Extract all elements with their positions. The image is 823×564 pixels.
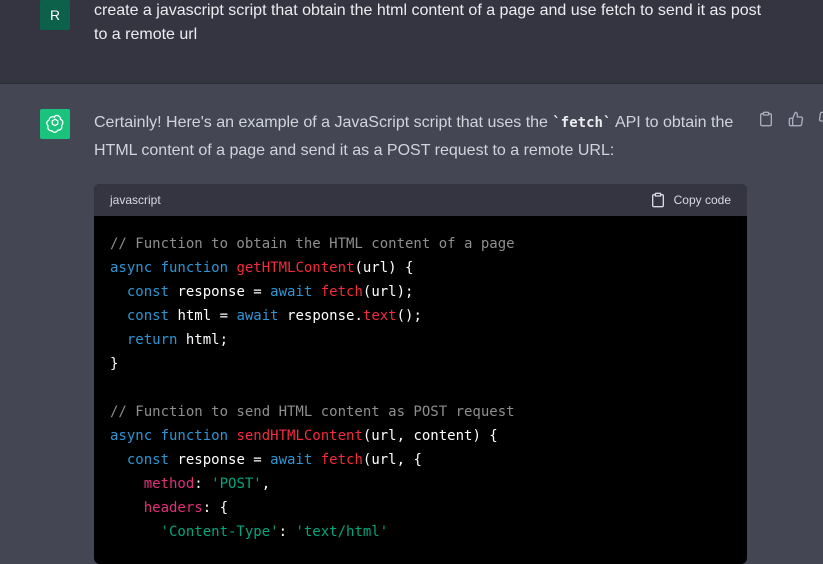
user-message-row: R create a javascript script that obtain… bbox=[0, 0, 823, 84]
code-line: 'Content-Type': 'text/html' bbox=[110, 520, 731, 544]
code-token: response. bbox=[287, 308, 363, 324]
code-token: getHTMLContent bbox=[236, 260, 355, 276]
code-token: sendHTMLContent bbox=[236, 428, 363, 444]
code-token: : { bbox=[202, 500, 229, 516]
code-token: html = bbox=[177, 308, 237, 324]
code-token: await bbox=[236, 308, 288, 324]
assistant-message-text: Certainly! Here's an example of a JavaSc… bbox=[94, 109, 744, 165]
code-token: (url, { bbox=[362, 452, 422, 468]
copy-code-button[interactable]: Copy code bbox=[650, 192, 731, 208]
code-token: async function bbox=[110, 260, 237, 276]
code-token: fetch bbox=[320, 284, 363, 300]
code-token: text bbox=[362, 308, 397, 324]
code-token: } bbox=[110, 356, 119, 372]
code-token: : bbox=[278, 524, 296, 540]
code-line: const response = await fetch(url, { bbox=[110, 448, 731, 472]
clipboard-icon bbox=[650, 192, 666, 208]
user-message-text: create a javascript script that obtain t… bbox=[94, 2, 762, 43]
code-language-label: javascript bbox=[110, 193, 161, 207]
code-token: method bbox=[110, 476, 195, 492]
code-token: await bbox=[270, 452, 321, 468]
thumbs-up-icon[interactable] bbox=[788, 111, 804, 127]
code-line: async function getHTMLContent(url) { bbox=[110, 256, 731, 280]
copy-code-label: Copy code bbox=[673, 193, 731, 207]
code-token: 'Content-Type' bbox=[110, 524, 279, 540]
code-token: const bbox=[110, 284, 178, 300]
chatgpt-logo-icon bbox=[40, 109, 70, 139]
code-token: response = bbox=[177, 452, 271, 468]
code-line: } bbox=[110, 352, 731, 376]
code-block-header: javascript Copy code bbox=[94, 184, 747, 216]
code-token: (url) { bbox=[354, 260, 414, 276]
code-line: const html = await response.text(); bbox=[110, 304, 731, 328]
code-line: headers: { bbox=[110, 496, 731, 520]
message-actions bbox=[758, 111, 823, 127]
code-token: html; bbox=[185, 332, 229, 348]
code-token: headers bbox=[110, 500, 203, 516]
thumbs-down-icon[interactable] bbox=[818, 111, 823, 127]
inline-code-fetch: `fetch` bbox=[552, 115, 612, 131]
code-token: // Function to send HTML content as POST… bbox=[110, 404, 515, 420]
code-line: async function sendHTMLContent(url, cont… bbox=[110, 424, 731, 448]
assistant-intro-before: Certainly! Here's an example of a JavaSc… bbox=[94, 114, 553, 131]
code-token: response = bbox=[177, 284, 271, 300]
code-line: // Function to send HTML content as POST… bbox=[110, 400, 731, 424]
code-line: return html; bbox=[110, 328, 731, 352]
code-token: return bbox=[110, 332, 186, 348]
code-token: async function bbox=[110, 428, 237, 444]
code-block: javascript Copy code // Function to obta… bbox=[94, 184, 747, 564]
code-line: // Function to obtain the HTML content o… bbox=[110, 232, 731, 256]
code-token: fetch bbox=[320, 452, 363, 468]
code-token: (url, content) { bbox=[362, 428, 498, 444]
code-token: 'POST' bbox=[211, 476, 262, 492]
code-token: : bbox=[194, 476, 212, 492]
code-token: (url); bbox=[362, 284, 414, 300]
assistant-message-row: Certainly! Here's an example of a JavaSc… bbox=[0, 84, 823, 564]
code-line: method: 'POST', bbox=[110, 472, 731, 496]
code-token: (); bbox=[396, 308, 422, 324]
code-token: const bbox=[110, 308, 178, 324]
code-line: const response = await fetch(url); bbox=[110, 280, 731, 304]
code-token: await bbox=[270, 284, 321, 300]
clipboard-icon[interactable] bbox=[758, 111, 774, 127]
code-token: 'text/html' bbox=[295, 524, 389, 540]
user-avatar: R bbox=[40, 0, 70, 30]
code-token: // Function to obtain the HTML content o… bbox=[110, 236, 515, 252]
code-token: const bbox=[110, 452, 178, 468]
code-token: , bbox=[261, 476, 271, 492]
code-content: // Function to obtain the HTML content o… bbox=[94, 216, 747, 560]
